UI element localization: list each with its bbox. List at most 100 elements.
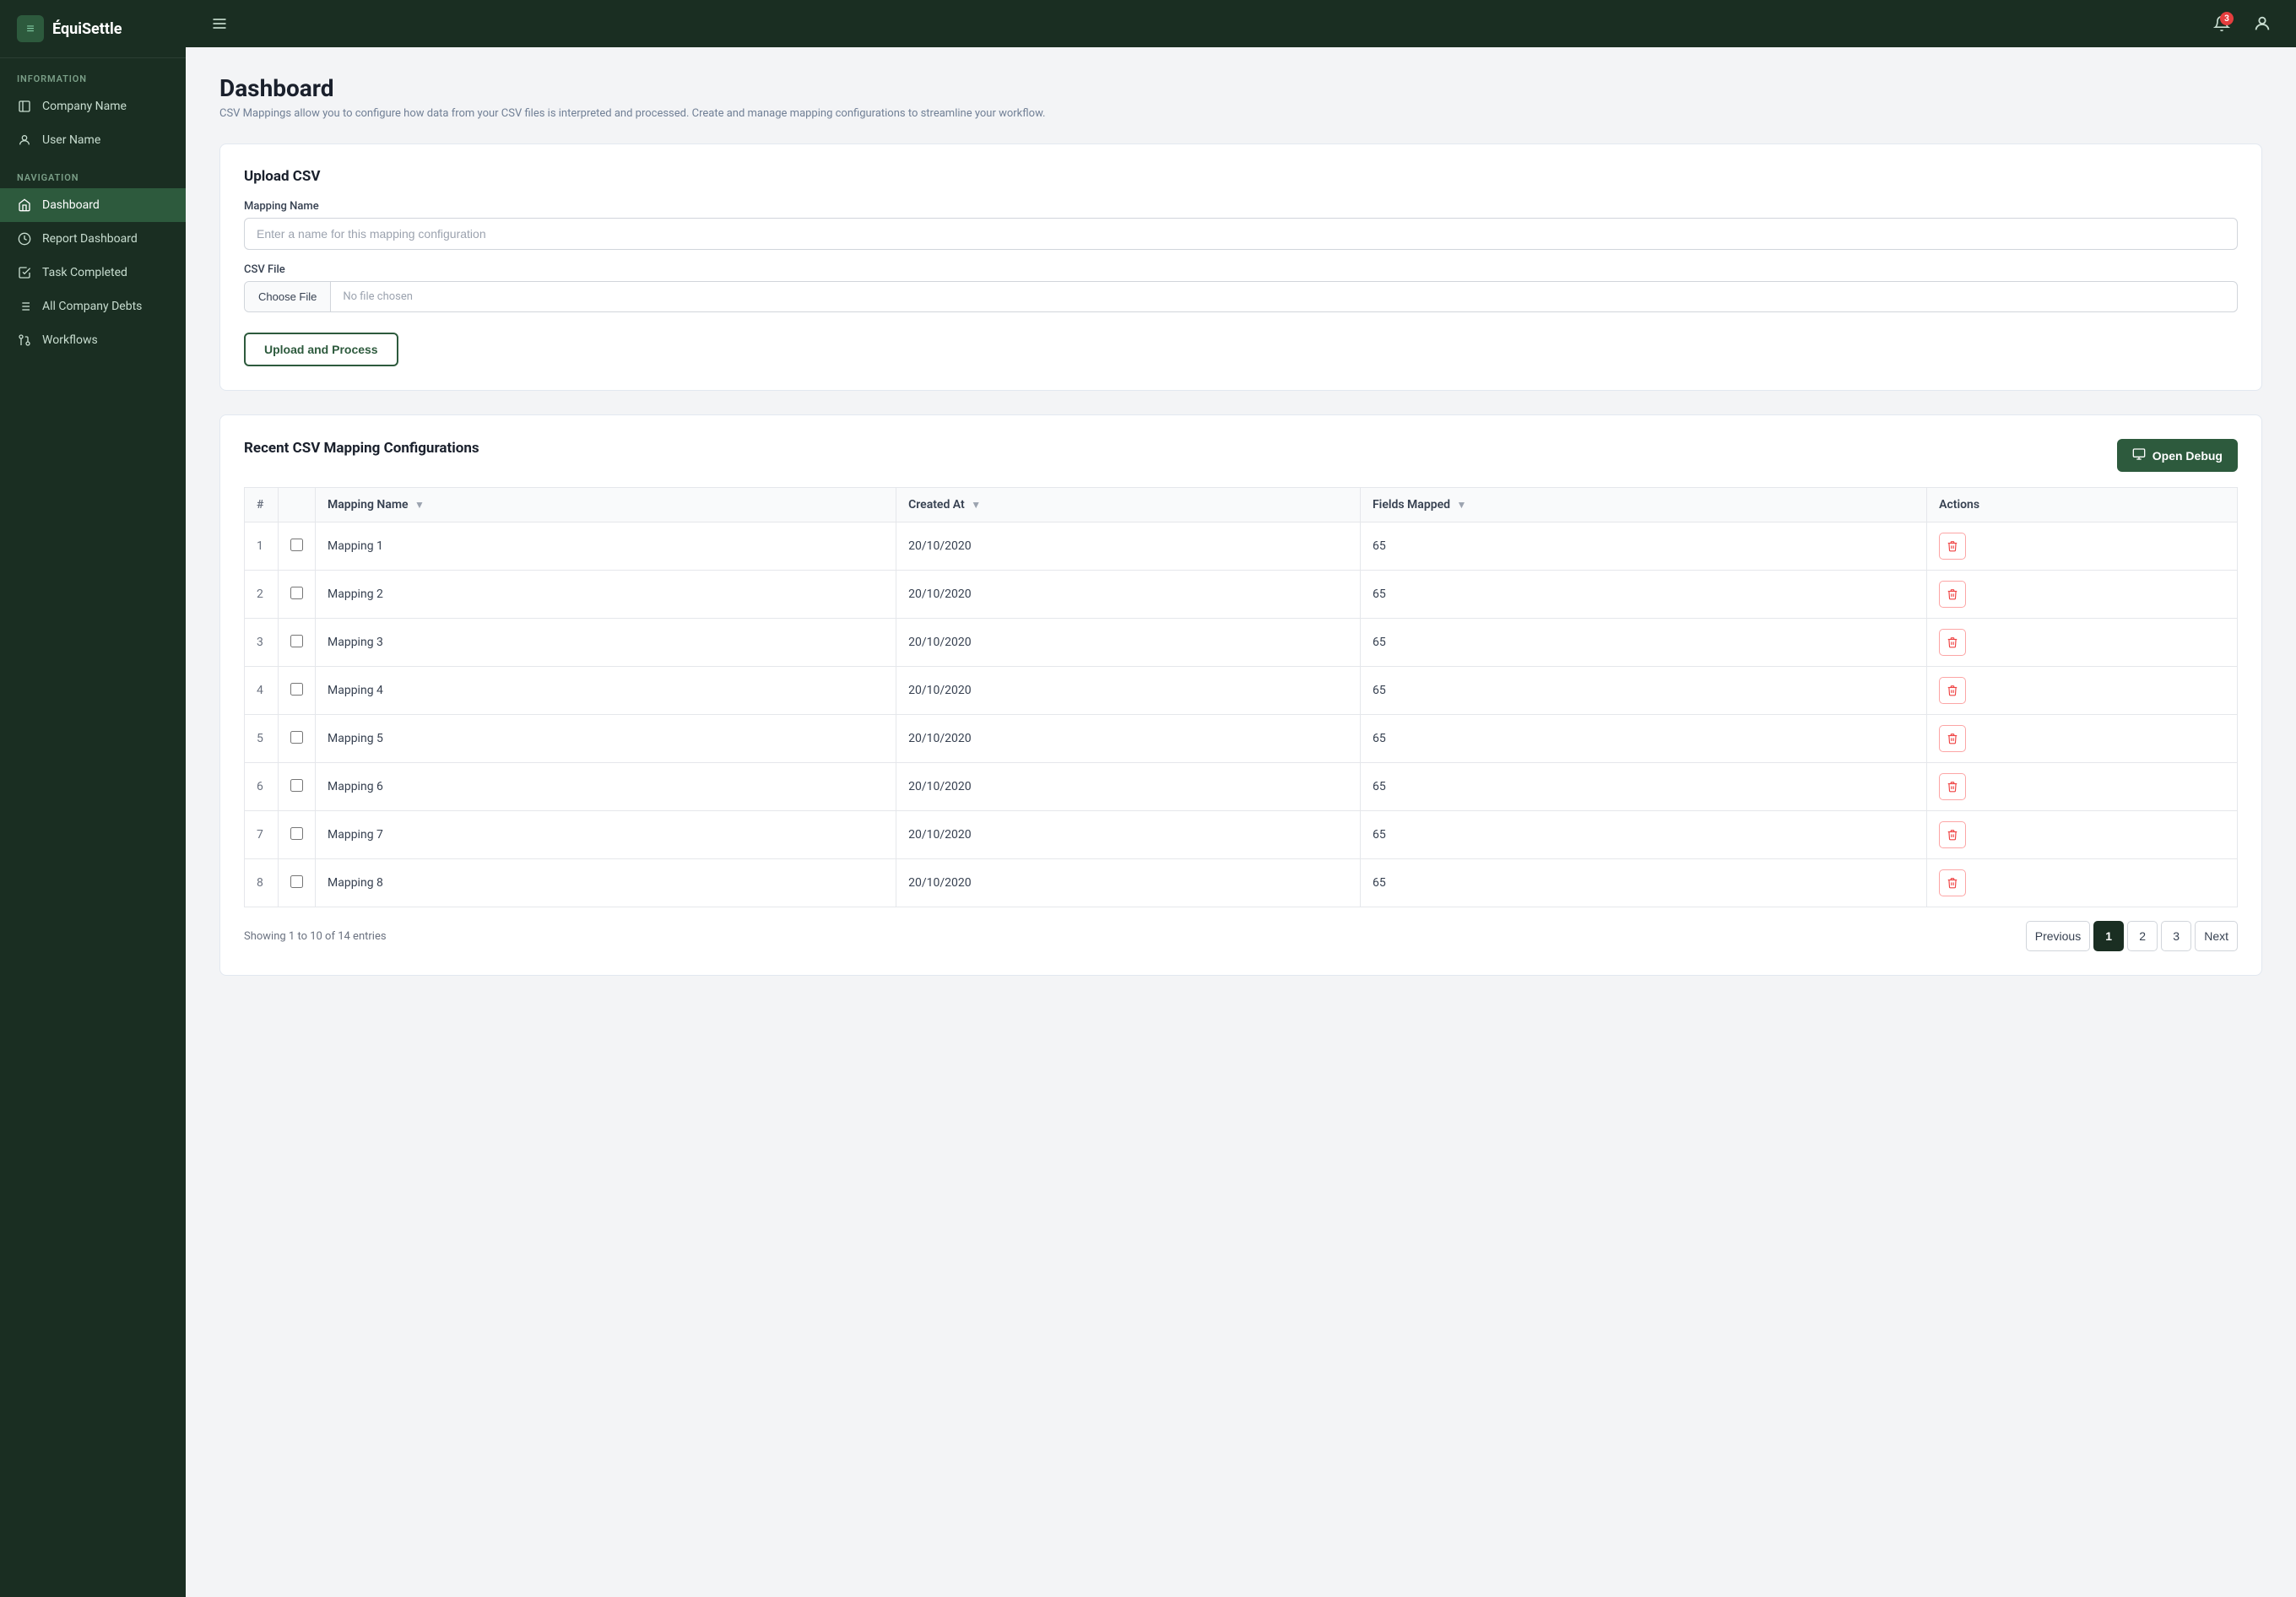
user-label: User Name bbox=[42, 133, 100, 147]
notification-button[interactable]: 3 bbox=[2208, 10, 2235, 37]
tasks-label: Task Completed bbox=[42, 266, 127, 279]
row-actions bbox=[1927, 667, 2238, 715]
row-checkbox-cell[interactable] bbox=[279, 715, 316, 763]
sort-icon-fields: ▼ bbox=[1456, 499, 1466, 511]
menu-button[interactable] bbox=[206, 10, 233, 37]
workflow-icon bbox=[17, 333, 32, 348]
row-checkbox[interactable] bbox=[290, 635, 303, 647]
row-checkbox[interactable] bbox=[290, 827, 303, 840]
debug-btn-label: Open Debug bbox=[2152, 449, 2223, 463]
row-num: 8 bbox=[245, 859, 279, 907]
row-mapping-name: Mapping 8 bbox=[316, 859, 896, 907]
open-debug-button[interactable]: Open Debug bbox=[2117, 439, 2238, 472]
delete-button[interactable] bbox=[1939, 629, 1966, 656]
sidebar: ≡ ÉquiSettle Information Company Name Us… bbox=[0, 0, 186, 1597]
mapping-name-label: Mapping Name bbox=[244, 200, 2238, 213]
delete-button[interactable] bbox=[1939, 581, 1966, 608]
page-button-2[interactable]: 2 bbox=[2127, 921, 2158, 951]
table-row: 8 Mapping 8 20/10/2020 65 bbox=[245, 859, 2238, 907]
dashboard-label: Dashboard bbox=[42, 198, 100, 212]
table-row: 1 Mapping 1 20/10/2020 65 bbox=[245, 522, 2238, 571]
row-mapping-name: Mapping 2 bbox=[316, 571, 896, 619]
debug-icon bbox=[2132, 447, 2146, 463]
check-square-icon bbox=[17, 265, 32, 280]
pagination-row: Showing 1 to 10 of 14 entries Previous 1… bbox=[244, 907, 2238, 951]
delete-button[interactable] bbox=[1939, 773, 1966, 800]
topbar-right: 3 bbox=[2208, 10, 2276, 37]
table-row: 7 Mapping 7 20/10/2020 65 bbox=[245, 811, 2238, 859]
row-checkbox[interactable] bbox=[290, 875, 303, 888]
row-checkbox[interactable] bbox=[290, 587, 303, 599]
row-checkbox-cell[interactable] bbox=[279, 619, 316, 667]
row-checkbox-cell[interactable] bbox=[279, 571, 316, 619]
row-mapping-name: Mapping 7 bbox=[316, 811, 896, 859]
prev-page-button[interactable]: Previous bbox=[2026, 921, 2090, 951]
row-checkbox[interactable] bbox=[290, 683, 303, 696]
building-icon bbox=[17, 99, 32, 114]
chart-icon bbox=[17, 231, 32, 246]
row-mapping-name: Mapping 6 bbox=[316, 763, 896, 811]
table-row: 2 Mapping 2 20/10/2020 65 bbox=[245, 571, 2238, 619]
user-avatar-button[interactable] bbox=[2249, 10, 2276, 37]
row-actions bbox=[1927, 522, 2238, 571]
company-label: Company Name bbox=[42, 100, 127, 113]
next-page-button[interactable]: Next bbox=[2195, 921, 2238, 951]
page-button-3[interactable]: 3 bbox=[2161, 921, 2191, 951]
table-header-row: Recent CSV Mapping Configurations Open D… bbox=[244, 439, 2238, 472]
sidebar-item-workflows[interactable]: Workflows bbox=[0, 323, 186, 357]
content-area: Dashboard CSV Mappings allow you to conf… bbox=[186, 47, 2296, 1597]
row-checkbox[interactable] bbox=[290, 539, 303, 551]
delete-button[interactable] bbox=[1939, 533, 1966, 560]
row-checkbox-cell[interactable] bbox=[279, 859, 316, 907]
delete-button[interactable] bbox=[1939, 821, 1966, 848]
row-checkbox-cell[interactable] bbox=[279, 763, 316, 811]
row-num: 4 bbox=[245, 667, 279, 715]
row-actions bbox=[1927, 859, 2238, 907]
sidebar-item-user[interactable]: User Name bbox=[0, 123, 186, 157]
notification-badge: 3 bbox=[2220, 12, 2234, 25]
row-checkbox-cell[interactable] bbox=[279, 667, 316, 715]
workflows-label: Workflows bbox=[42, 333, 98, 347]
upload-process-button[interactable]: Upload and Process bbox=[244, 333, 398, 366]
row-mapping-name: Mapping 5 bbox=[316, 715, 896, 763]
row-created-at: 20/10/2020 bbox=[896, 619, 1361, 667]
row-created-at: 20/10/2020 bbox=[896, 522, 1361, 571]
sidebar-item-dashboard[interactable]: Dashboard bbox=[0, 188, 186, 222]
sidebar-item-tasks[interactable]: Task Completed bbox=[0, 256, 186, 290]
table-row: 3 Mapping 3 20/10/2020 65 bbox=[245, 619, 2238, 667]
row-checkbox[interactable] bbox=[290, 731, 303, 744]
row-fields-mapped: 65 bbox=[1360, 619, 1926, 667]
col-num: # bbox=[245, 488, 279, 522]
row-fields-mapped: 65 bbox=[1360, 811, 1926, 859]
row-num: 5 bbox=[245, 715, 279, 763]
topbar-left bbox=[206, 10, 233, 37]
delete-button[interactable] bbox=[1939, 869, 1966, 896]
page-title: Dashboard bbox=[219, 74, 2262, 102]
sidebar-item-debts[interactable]: All Company Debts bbox=[0, 290, 186, 323]
topbar: 3 bbox=[186, 0, 2296, 47]
debts-label: All Company Debts bbox=[42, 300, 142, 313]
sidebar-item-report[interactable]: Report Dashboard bbox=[0, 222, 186, 256]
row-checkbox-cell[interactable] bbox=[279, 522, 316, 571]
sidebar-item-company[interactable]: Company Name bbox=[0, 89, 186, 123]
row-checkbox[interactable] bbox=[290, 779, 303, 792]
choose-file-button[interactable]: Choose File bbox=[245, 282, 331, 311]
delete-button[interactable] bbox=[1939, 725, 1966, 752]
brand-logo[interactable]: ≡ ÉquiSettle bbox=[0, 0, 186, 58]
row-checkbox-cell[interactable] bbox=[279, 811, 316, 859]
row-fields-mapped: 65 bbox=[1360, 571, 1926, 619]
row-fields-mapped: 65 bbox=[1360, 859, 1926, 907]
logo-icon: ≡ bbox=[17, 15, 44, 42]
row-fields-mapped: 65 bbox=[1360, 715, 1926, 763]
sort-icon-created: ▼ bbox=[971, 499, 981, 511]
col-created-at: Created At ▼ bbox=[896, 488, 1361, 522]
row-created-at: 20/10/2020 bbox=[896, 859, 1361, 907]
row-num: 3 bbox=[245, 619, 279, 667]
mapping-name-input[interactable] bbox=[244, 218, 2238, 250]
delete-button[interactable] bbox=[1939, 677, 1966, 704]
home-icon bbox=[17, 198, 32, 213]
row-num: 6 bbox=[245, 763, 279, 811]
table-section-title: Recent CSV Mapping Configurations bbox=[244, 440, 479, 457]
col-mapping-name: Mapping Name ▼ bbox=[316, 488, 896, 522]
page-button-1[interactable]: 1 bbox=[2093, 921, 2124, 951]
